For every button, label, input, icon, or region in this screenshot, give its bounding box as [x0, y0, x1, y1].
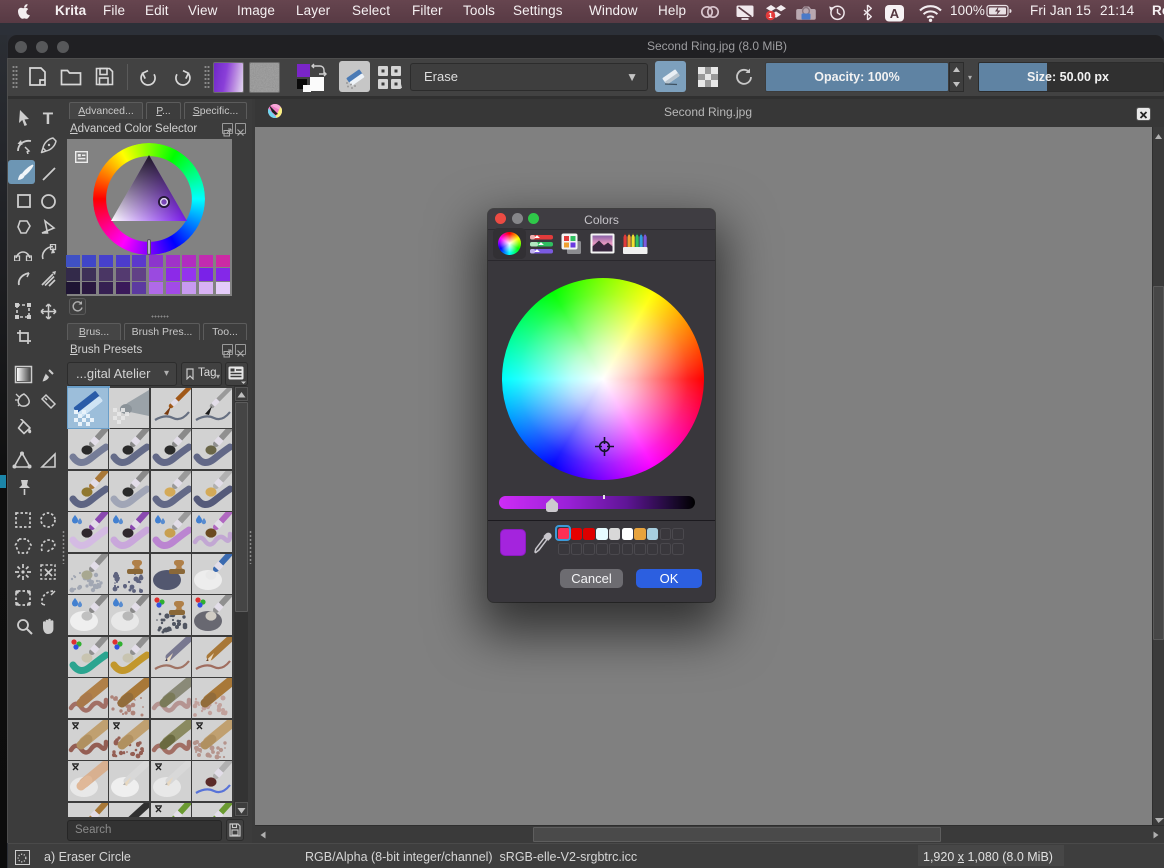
svg-text:T: T	[43, 110, 54, 126]
svg-text:A: A	[890, 6, 900, 21]
svg-text:1: 1	[768, 11, 772, 20]
